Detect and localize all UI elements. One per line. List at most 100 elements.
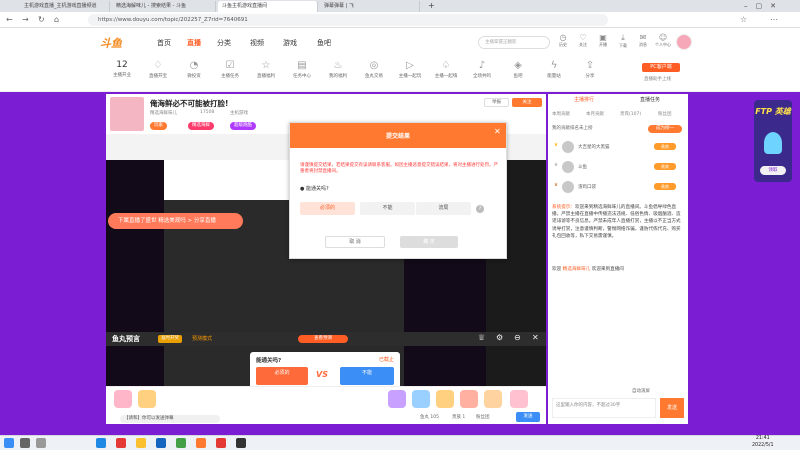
close-icon[interactable]: ✕ — [532, 333, 539, 342]
forward-icon[interactable]: → — [22, 15, 29, 24]
back-icon[interactable]: ← — [6, 15, 13, 24]
bet-option-a[interactable]: 必须的 — [256, 367, 308, 385]
app-icon[interactable] — [176, 438, 186, 448]
app-icon[interactable] — [116, 438, 126, 448]
report-button[interactable]: 举报 — [484, 98, 509, 107]
folder-icon[interactable] — [136, 438, 146, 448]
app-icon[interactable] — [236, 438, 246, 448]
gift-icon[interactable] — [138, 390, 156, 408]
window-controls-icon[interactable]: –▢✕ — [740, 1, 800, 12]
prediction-mode[interactable]: 预测模式 — [192, 335, 212, 342]
url-field[interactable]: https://www.douyu.com/topic/202257_Z7rid… — [88, 14, 608, 26]
gift-icon[interactable] — [412, 390, 430, 408]
rank-row[interactable]: ♛ 渣鸡口袋 贵宾 — [554, 180, 684, 196]
result-option-yes[interactable]: 必须的 — [300, 202, 355, 215]
streamer-name[interactable]: 精选海鲜味儿 — [150, 110, 177, 116]
stream-tag[interactable]: 精选海鲜 — [188, 122, 214, 130]
home-icon[interactable]: ⌂ — [54, 15, 59, 24]
browser-tab[interactable]: 主机游戏直播_主机游戏直播频道 — [20, 1, 110, 12]
stream-tag[interactable]: 超级跑酷 — [230, 122, 256, 130]
pc-client-button[interactable]: PC客户端 — [642, 63, 680, 72]
trophy-icon[interactable]: ♕ — [478, 333, 485, 342]
category-item[interactable]: ♪ 全场共鸣 — [468, 60, 496, 79]
category-item[interactable]: ◈ 鱼吧 — [504, 60, 532, 79]
become-top-button[interactable]: 成为榜一 — [648, 125, 682, 133]
stream-category[interactable]: 主机游戏 — [230, 110, 248, 116]
streamer-avatar[interactable] — [110, 97, 144, 131]
category-item[interactable]: ϟ 能量站 — [540, 60, 568, 79]
subtab-vip[interactable]: 贵宾(107) — [620, 111, 641, 117]
category-item[interactable]: ◎ 鱼丸交易 — [360, 60, 388, 79]
dialog-confirm-button[interactable]: 确 定 — [400, 236, 458, 248]
view-prediction-button[interactable]: 查看预测 — [298, 335, 348, 343]
rank-row[interactable]: ♛ 大吉星的大黑猫 贵宾 — [554, 140, 684, 156]
bet-option-b[interactable]: 不能 — [340, 367, 394, 385]
chat-input[interactable]: 这里输入你的内容，不超过30字 — [552, 398, 656, 418]
nav-yuba[interactable]: 鱼吧 — [317, 38, 331, 48]
category-item[interactable]: ⇪ 分享 — [576, 60, 604, 79]
category-item[interactable]: ♤ 主播一起嗨 — [432, 60, 460, 79]
follow-list-button[interactable]: ♡ 关注 — [574, 33, 592, 48]
subtab-week[interactable]: 本周贡献 — [552, 111, 570, 117]
gift-icon[interactable] — [484, 390, 502, 408]
category-item[interactable]: ♨ 我的福利 — [324, 60, 352, 79]
dialog-cancel-button[interactable]: 取 消 — [325, 236, 385, 248]
auto-scroll-toggle[interactable]: 自动滚屏 — [632, 388, 650, 394]
nav-games[interactable]: 游戏 — [283, 38, 297, 48]
gift-icon[interactable] — [388, 390, 406, 408]
category-item[interactable]: ▤ 任务中心 — [288, 60, 316, 79]
result-option-no[interactable]: 不能 — [360, 202, 415, 215]
tab-live-task[interactable]: 直播任务 — [640, 96, 660, 103]
nav-live[interactable]: 直播 — [187, 38, 201, 48]
download-button[interactable]: ⤓ 下载 — [614, 33, 632, 49]
start-icon[interactable] — [4, 438, 14, 448]
browser-tab[interactable]: 弹幕弹幕 | 飞 — [320, 1, 420, 12]
steam-icon[interactable] — [156, 438, 166, 448]
category-item[interactable]: ◔ 微投资 — [180, 60, 208, 79]
douyu-app-icon[interactable] — [196, 438, 206, 448]
welcome-name[interactable]: 精选海鲜味儿 — [563, 267, 591, 272]
browser-tab[interactable]: 精选海解味儿 - 搜索结果 - 斗鱼 — [112, 1, 216, 12]
result-option-void[interactable]: 流局 — [416, 202, 471, 215]
search-icon[interactable] — [20, 438, 30, 448]
nav-home[interactable]: 首页 — [157, 38, 171, 48]
search-input[interactable]: 主播掌握正翻影 — [478, 36, 550, 49]
category-item[interactable]: ▷ 主播一起玩 — [396, 60, 424, 79]
settings-icon[interactable]: ⚙ — [496, 333, 503, 342]
new-tab-icon[interactable]: + — [424, 1, 436, 12]
stream-tag[interactable]: 玩家 — [150, 122, 167, 130]
minimize-icon[interactable]: ⊖ — [514, 333, 521, 342]
category-item[interactable]: ♢ 直播开宝 — [144, 60, 172, 79]
help-icon[interactable]: ? — [476, 205, 484, 213]
rank-row[interactable]: ♛ 斗鱼 贵宾 — [554, 160, 684, 176]
refresh-icon[interactable]: ↻ — [38, 15, 45, 24]
broadcast-button[interactable]: ▣ 开播 — [594, 33, 612, 48]
app-icon[interactable] — [216, 438, 226, 448]
profile-button[interactable]: ☺ 个人中心 — [654, 33, 672, 48]
history-button[interactable]: ◷ 历史 — [554, 33, 572, 48]
task-view-icon[interactable] — [36, 438, 46, 448]
danmu-input[interactable]: 【请和】你可以发送弹幕 — [120, 415, 220, 423]
category-item[interactable]: ☑ 主播任务 — [216, 60, 244, 79]
tab-streamer-rank[interactable]: 主播排行 — [574, 96, 594, 103]
gift-icon[interactable] — [460, 390, 478, 408]
promo-label[interactable]: 领取 — [760, 166, 786, 175]
subtab-fans[interactable]: 粉丝团 — [658, 111, 672, 117]
float-banner[interactable]: 下属直播了盛世 精选美观吗 > 分享直播 — [108, 213, 243, 229]
gift-icon[interactable] — [114, 390, 132, 408]
gift-icon[interactable] — [436, 390, 454, 408]
browser-tab-active[interactable]: 斗鱼主机游戏直播间 — [218, 1, 318, 12]
fan-club[interactable]: 粉丝团 — [476, 414, 490, 420]
menu-icon[interactable]: ⋯ — [770, 15, 778, 24]
favorites-icon[interactable]: ☆ — [740, 15, 747, 24]
taskbar-clock[interactable]: 21:41 2022/5/1 — [752, 436, 774, 449]
promo-banner[interactable]: FTP 英雄 领取 — [754, 100, 792, 182]
message-button[interactable]: ✉ 消息 — [634, 33, 652, 48]
avatar[interactable] — [676, 34, 692, 50]
chat-send-button[interactable]: 发送 — [660, 398, 684, 418]
follow-button[interactable]: 关注 — [512, 98, 542, 107]
subtab-month[interactable]: 本月贡献 — [586, 111, 604, 117]
gift-icon[interactable] — [510, 390, 528, 408]
edge-icon[interactable] — [96, 438, 106, 448]
close-icon[interactable]: ✕ — [494, 127, 501, 136]
